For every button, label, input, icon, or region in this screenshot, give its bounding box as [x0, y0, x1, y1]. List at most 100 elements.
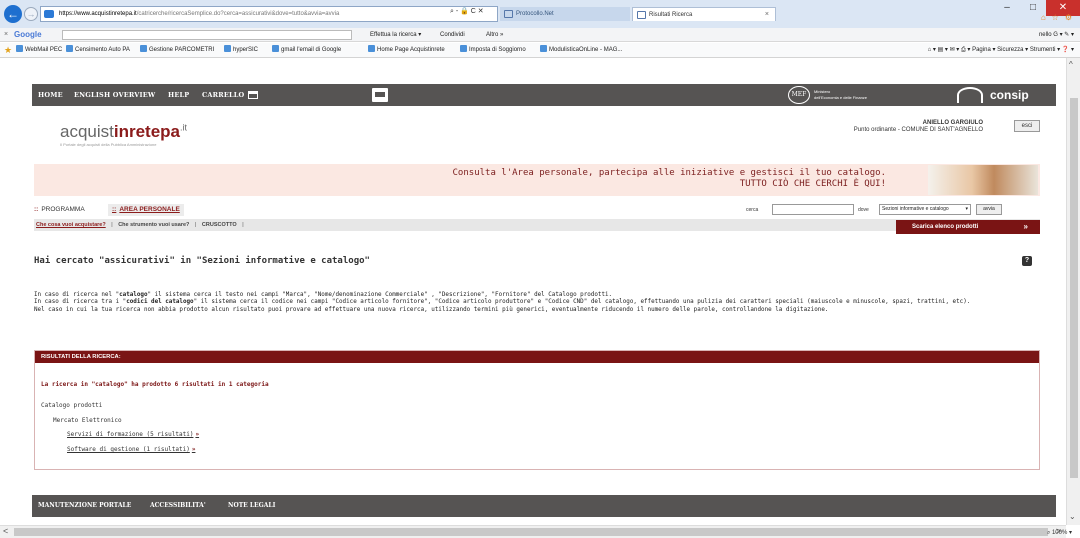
- tab-area-personale[interactable]: :: AREA PERSONALE: [108, 204, 184, 216]
- print-icon[interactable]: [372, 88, 388, 102]
- scroll-down-icon[interactable]: ⌄: [1069, 512, 1076, 521]
- banner-photo: [928, 165, 1038, 195]
- search-info-text: In caso di ricerca nel "catalogo" il sis…: [34, 292, 1040, 314]
- browser-toolbar-icons: ⌂ ☆ ⚙: [1041, 13, 1072, 22]
- link-cruscotto[interactable]: CRUSCOTTO: [202, 222, 237, 228]
- command-bar[interactable]: ⌂ ▾ ▤ ▾ ✉ ▾ ⎙ ▾ Pagina ▾ Sicurezza ▾ Str…: [928, 43, 1074, 57]
- home-icon[interactable]: ⌂: [1041, 13, 1046, 22]
- double-chevron-icon: »: [195, 431, 200, 438]
- logo-subtitle: Il Portale degli acquisti della Pubblica…: [60, 142, 157, 147]
- sublinks-bar: Che cosa vuoi acquistare? | Che strument…: [34, 219, 1040, 231]
- favorites-star-icon[interactable]: ★: [4, 43, 12, 57]
- minimize-icon[interactable]: –: [994, 0, 1020, 16]
- site-favicon-icon: [44, 10, 54, 18]
- footer-manutenzione[interactable]: MANUTENZIONE PORTALE: [38, 495, 131, 517]
- google-toolbar: × Google Effettua la ricerca ▾ Condividi…: [0, 28, 1080, 42]
- results-panel: RISULTATI DELLA RICERCA: La ricerca in "…: [34, 350, 1040, 470]
- results-catalog-label: Catalogo prodotti: [41, 402, 103, 409]
- result-link-servizi-formazione[interactable]: Servizi di formazione (5 risultati)»: [67, 431, 199, 438]
- nav-home[interactable]: HOME: [38, 84, 63, 106]
- tab-page-icon: [504, 10, 513, 18]
- logout-button[interactable]: esci: [1014, 120, 1040, 132]
- double-chevron-icon: »: [1023, 222, 1028, 231]
- close-toolbar-icon[interactable]: ×: [4, 28, 8, 42]
- mef-text: Ministero dell'Economia e delle Finanze: [814, 89, 868, 100]
- double-chevron-icon: »: [191, 446, 196, 453]
- favorites-star-icon[interactable]: ☆: [1052, 13, 1059, 22]
- favorite-item[interactable]: WebMail PEC: [16, 43, 62, 57]
- favorite-item[interactable]: hyperSIC: [224, 43, 258, 57]
- settings-gear-icon[interactable]: ⚙: [1065, 13, 1072, 22]
- google-search-button[interactable]: Effettua la ricerca ▾: [370, 28, 421, 42]
- footer-accessibilita[interactable]: ACCESSIBILITA': [150, 495, 206, 517]
- search-input[interactable]: [772, 204, 854, 215]
- zoom-level[interactable]: ⌕ 100% ▾: [1047, 529, 1072, 537]
- google-share-button[interactable]: Condividi: [440, 28, 465, 42]
- tab-label: Protocollo.Net: [516, 11, 554, 17]
- url-host: https://www.acquistinretepa.it: [59, 11, 137, 17]
- chevron-down-icon: ▾: [965, 206, 968, 212]
- favorite-item[interactable]: Home Page Acquistinrete: [368, 43, 445, 57]
- favorite-item[interactable]: ModulisticaOnLine - MAG...: [540, 43, 622, 57]
- help-icon[interactable]: ?: [1022, 256, 1032, 266]
- favorite-item[interactable]: Imposta di Soggiorno: [460, 43, 526, 57]
- google-logo: Google: [14, 30, 42, 39]
- user-role: Punto ordinante - COMUNE DI SANT'AGNELLO: [853, 127, 983, 133]
- result-link-software-gestione[interactable]: Software di gestione (1 risultati)»: [67, 446, 195, 453]
- dove-select[interactable]: Sezioni informative e catalogo ▾: [879, 204, 971, 215]
- scrollbar-thumb[interactable]: [1070, 98, 1078, 478]
- info-paragraph-codici: In caso di ricerca tra i "codici del cat…: [34, 299, 971, 306]
- banner-text: Consulta l'Area personale, partecipa all…: [452, 168, 886, 189]
- site-logo[interactable]: acquistinretepa.it: [60, 122, 187, 142]
- address-bar[interactable]: https://www.acquistinretepa.it/catricerc…: [40, 6, 498, 22]
- tab-protocollo[interactable]: Protocollo.Net: [500, 7, 630, 21]
- footer-note-legali[interactable]: NOTE LEGALI: [228, 495, 275, 517]
- results-market-label: Mercato Elettronico: [53, 417, 122, 424]
- info-paragraph-catalogo: In caso di ricerca nel "catalogo" il sis…: [34, 292, 613, 298]
- scarica-elenco-button[interactable]: Scarica elenco prodotti »: [896, 220, 1040, 234]
- favorites-bar: ★ WebMail PEC Censimento Auto PA Gestion…: [0, 43, 1080, 58]
- scroll-left-icon[interactable]: <: [3, 526, 8, 536]
- url-path: /catricerche/ricercaSemplice.do?cerca=as…: [136, 11, 340, 17]
- tab-loading-icon: [637, 11, 646, 19]
- dove-label: dove: [858, 207, 869, 213]
- tab-label: Risultati Ricerca: [649, 12, 693, 18]
- browser-titlebar: ← → https://www.acquistinretepa.it/catri…: [0, 0, 1080, 28]
- user-name: ANIELLO GARGIULO: [922, 120, 983, 126]
- page-viewport: HOME ENGLISH OVERVIEW HELP CARRELLO MEF …: [0, 58, 1066, 525]
- info-paragraph-nessun-risultato: Nel caso in cui la tua ricerca non abbia…: [34, 306, 829, 313]
- scrollbar-thumb[interactable]: [14, 528, 1048, 536]
- nav-help[interactable]: HELP: [168, 84, 189, 106]
- results-summary: La ricerca in "catalogo" ha prodotto 6 r…: [41, 381, 269, 388]
- horizontal-scrollbar[interactable]: < >: [0, 525, 1066, 538]
- forward-arrow-icon[interactable]: →: [24, 7, 38, 21]
- tab-close-icon[interactable]: ×: [765, 8, 769, 22]
- scroll-up-icon[interactable]: ^: [1069, 60, 1073, 69]
- favorite-item[interactable]: gmail l'email di Google: [272, 43, 341, 57]
- page-title: Hai cercato "assicurativi" in "Sezioni i…: [34, 256, 370, 266]
- nav-english-overview[interactable]: ENGLISH OVERVIEW: [74, 84, 155, 106]
- site-top-nav: HOME ENGLISH OVERVIEW HELP CARRELLO MEF …: [32, 84, 1056, 106]
- cart-icon[interactable]: [248, 91, 258, 99]
- consip-logo: consip: [990, 88, 1029, 102]
- nav-carrello[interactable]: CARRELLO: [202, 84, 244, 106]
- google-search-input[interactable]: [62, 30, 352, 40]
- link-cosa-acquistare[interactable]: Che cosa vuoi acquistare?: [36, 222, 106, 228]
- avvia-button[interactable]: avvia: [976, 204, 1002, 215]
- vertical-scrollbar[interactable]: ^ ⌄: [1066, 58, 1080, 525]
- back-arrow-icon[interactable]: ←: [4, 5, 22, 23]
- google-account[interactable]: nello G ▾ ✎ ▾: [1039, 28, 1074, 42]
- user-info: ANIELLO GARGIULO Punto ordinante - COMUN…: [854, 120, 983, 134]
- tab-risultati-ricerca[interactable]: Risultati Ricerca ×: [632, 7, 776, 21]
- link-strumento[interactable]: Che strumento vuoi usare?: [118, 222, 189, 228]
- search-label: cerca: [746, 207, 759, 213]
- google-more-button[interactable]: Altro »: [486, 28, 503, 42]
- promo-banner[interactable]: Consulta l'Area personale, partecipa all…: [34, 164, 1040, 196]
- favorite-item[interactable]: Censimento Auto PA: [66, 43, 130, 57]
- site-footer: MANUTENZIONE PORTALE ACCESSIBILITA' NOTE…: [32, 495, 1056, 517]
- consip-logo-icon: [957, 87, 983, 103]
- address-bar-controls[interactable]: ⌕ - 🔒 C ✕: [450, 7, 484, 16]
- favorite-item[interactable]: Gestione PARCOMETRI: [140, 43, 214, 57]
- mef-logo: MEF: [788, 86, 810, 104]
- tab-programma[interactable]: :: PROGRAMMA: [34, 204, 85, 216]
